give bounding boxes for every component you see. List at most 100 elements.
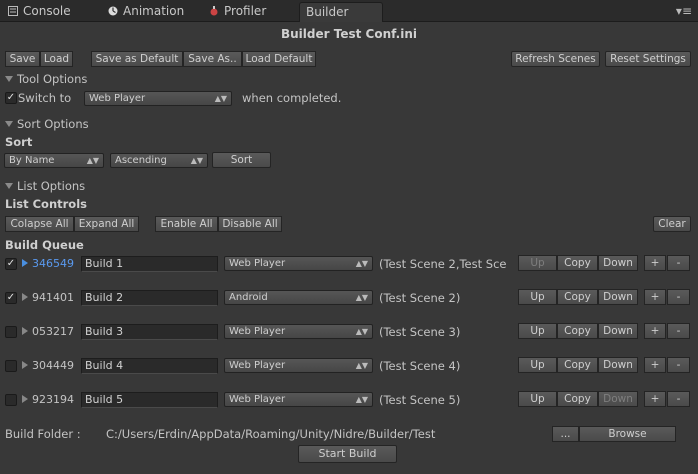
platform-value: Android <box>229 292 268 303</box>
build-enabled-checkbox[interactable] <box>5 394 17 406</box>
move-up-button[interactable]: Up <box>518 391 557 407</box>
add-build-button[interactable]: + <box>644 255 666 271</box>
move-down-button[interactable]: Down <box>598 289 638 305</box>
build-folder-path: C:/Users/Erdin/AppData/Roaming/Unity/Nid… <box>106 427 436 441</box>
platform-dropdown[interactable]: Web Player ▲▼ <box>224 358 373 373</box>
tab-console-label: Console <box>23 4 71 18</box>
list-options-foldout[interactable]: List Options <box>5 179 85 193</box>
build-scenes: (Test Scene 2,Test Sce <box>379 257 507 271</box>
switch-to-checkbox[interactable]: ✓ <box>5 92 17 104</box>
build-enabled-checkbox[interactable] <box>5 360 17 372</box>
sort-options-header: Sort Options <box>17 117 89 131</box>
collapse-all-button[interactable]: Colapse All <box>5 216 74 232</box>
save-as-button[interactable]: Save As.. <box>183 51 242 67</box>
tab-menu-icon[interactable]: ▾≡ <box>676 4 692 18</box>
move-down-button[interactable]: Down <box>598 357 638 373</box>
dropdown-arrow-icon: ▲▼ <box>355 293 368 302</box>
add-build-button[interactable]: + <box>644 323 666 339</box>
switch-to-label: Switch to <box>18 91 72 105</box>
save-as-default-button[interactable]: Save as Default <box>91 51 183 67</box>
copy-button[interactable]: Copy <box>557 255 598 271</box>
build-name-field[interactable]: Build 3 <box>81 324 218 340</box>
refresh-scenes-button[interactable]: Refresh Scenes <box>511 51 600 67</box>
platform-value: Web Player <box>229 360 286 371</box>
page-title: Builder Test Conf.ini <box>280 27 417 41</box>
sort-by-dropdown[interactable]: By Name ▲▼ <box>4 153 104 168</box>
expand-arrow-icon[interactable] <box>22 327 28 335</box>
platform-dropdown[interactable]: Web Player ▲▼ <box>224 392 373 407</box>
copy-button[interactable]: Copy <box>557 391 598 407</box>
move-down-button[interactable]: Down <box>598 391 638 407</box>
console-icon <box>8 3 18 16</box>
copy-button[interactable]: Copy <box>557 323 598 339</box>
platform-dropdown[interactable]: Web Player ▲▼ <box>224 256 373 271</box>
tab-console[interactable]: Console <box>8 2 71 21</box>
expand-arrow-icon[interactable] <box>22 361 28 369</box>
tab-profiler[interactable]: Profiler <box>209 2 266 21</box>
copy-button[interactable]: Copy <box>557 289 598 305</box>
disable-all-button[interactable]: Disable All <box>218 216 282 232</box>
remove-build-button[interactable]: - <box>667 357 690 373</box>
build-id: 053217 <box>32 325 74 338</box>
remove-build-button[interactable]: - <box>667 289 690 305</box>
remove-build-button[interactable]: - <box>667 323 690 339</box>
move-down-button[interactable]: Down <box>598 323 638 339</box>
profiler-icon <box>209 3 219 16</box>
build-scenes: (Test Scene 5) <box>379 393 461 407</box>
foldout-arrow-icon <box>5 121 13 127</box>
tool-options-foldout[interactable]: Tool Options <box>5 72 87 86</box>
build-enabled-checkbox[interactable]: ✓ <box>5 258 17 270</box>
switch-target-value: Web Player <box>89 93 146 104</box>
sort-order-value: Ascending <box>115 155 167 166</box>
save-button[interactable]: Save <box>5 51 40 67</box>
animation-icon <box>108 3 118 16</box>
folder-dots-button[interactable]: ... <box>552 426 579 442</box>
platform-dropdown[interactable]: Web Player ▲▼ <box>224 324 373 339</box>
move-down-button[interactable]: Down <box>598 255 638 271</box>
add-build-button[interactable]: + <box>644 357 666 373</box>
move-up-button[interactable]: Up <box>518 289 557 305</box>
enable-all-button[interactable]: Enable All <box>155 216 218 232</box>
clear-button[interactable]: Clear <box>653 216 691 232</box>
copy-button[interactable]: Copy <box>557 357 598 373</box>
move-up-button[interactable]: Up <box>518 323 557 339</box>
sort-button[interactable]: Sort <box>212 152 271 168</box>
tab-animation[interactable]: Animation <box>108 2 184 21</box>
expand-arrow-icon[interactable] <box>22 395 28 403</box>
build-name-field[interactable]: Build 4 <box>81 358 218 374</box>
move-up-button[interactable]: Up <box>518 255 557 271</box>
tab-strip: Console Animation Profiler Builder <box>0 0 698 22</box>
build-name-field[interactable]: Build 2 <box>81 290 218 306</box>
build-enabled-checkbox[interactable] <box>5 326 17 338</box>
build-id: 923194 <box>32 393 74 406</box>
move-up-button[interactable]: Up <box>518 357 557 373</box>
expand-arrow-icon[interactable] <box>22 293 28 301</box>
tab-builder[interactable]: Builder <box>299 2 383 22</box>
load-default-button[interactable]: Load Default <box>242 51 316 67</box>
build-folder-label: Build Folder : <box>5 427 81 441</box>
add-build-button[interactable]: + <box>644 391 666 407</box>
add-build-button[interactable]: + <box>644 289 666 305</box>
foldout-arrow-icon <box>5 183 13 189</box>
reset-settings-button[interactable]: Reset Settings <box>605 51 691 67</box>
switch-target-dropdown[interactable]: Web Player ▲▼ <box>84 91 232 106</box>
platform-value: Web Player <box>229 258 286 269</box>
browse-button[interactable]: Browse <box>579 426 676 442</box>
sort-options-foldout[interactable]: Sort Options <box>5 117 89 131</box>
platform-dropdown[interactable]: Android ▲▼ <box>224 290 373 305</box>
dropdown-arrow-icon: ▲▼ <box>190 156 203 165</box>
build-name-field[interactable]: Build 1 <box>81 256 218 272</box>
load-button[interactable]: Load <box>40 51 73 67</box>
remove-build-button[interactable]: - <box>667 255 690 271</box>
tab-animation-label: Animation <box>123 4 185 18</box>
dropdown-arrow-icon: ▲▼ <box>355 259 368 268</box>
build-enabled-checkbox[interactable]: ✓ <box>5 292 17 304</box>
dropdown-arrow-icon: ▲▼ <box>86 156 99 165</box>
sort-order-dropdown[interactable]: Ascending ▲▼ <box>110 153 208 168</box>
remove-build-button[interactable]: - <box>667 391 690 407</box>
start-build-button[interactable]: Start Build <box>298 445 397 463</box>
expand-arrow-icon[interactable] <box>22 259 28 267</box>
build-id: 346549 <box>32 257 74 270</box>
build-name-field[interactable]: Build 5 <box>81 392 218 408</box>
expand-all-button[interactable]: Expand All <box>74 216 139 232</box>
